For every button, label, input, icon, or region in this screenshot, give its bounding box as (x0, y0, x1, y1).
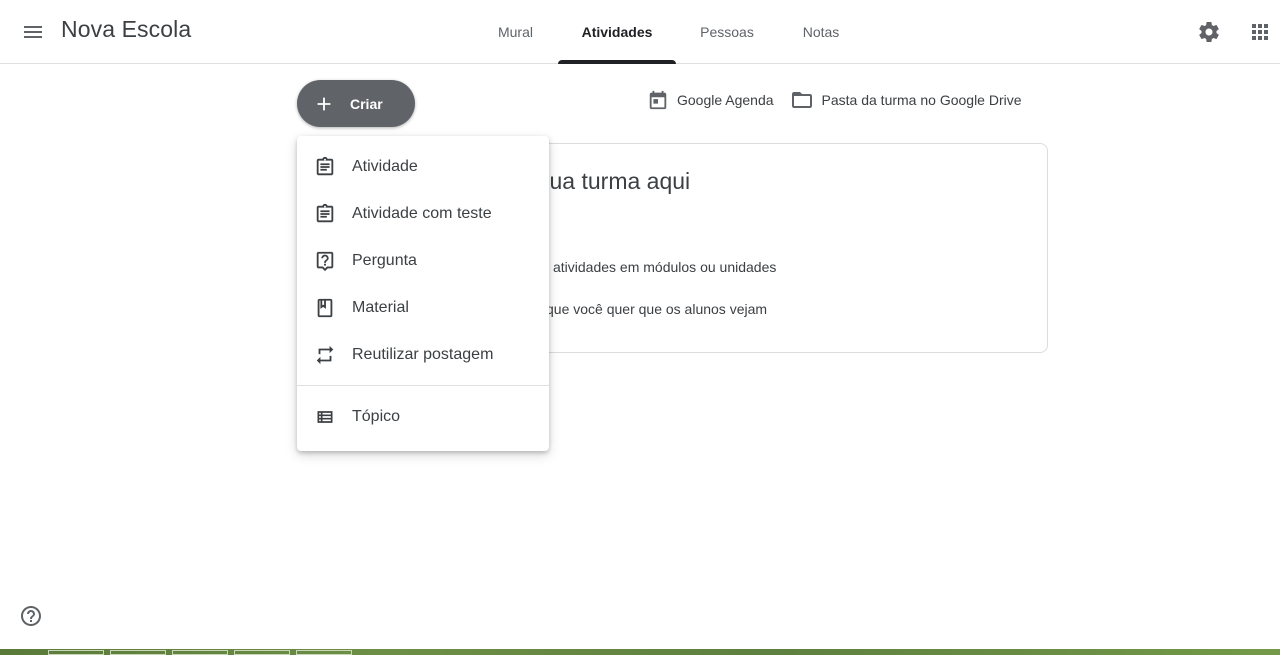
assignment-icon (313, 155, 337, 179)
hamburger-menu-icon (24, 26, 42, 38)
class-drive-folder-label: Pasta da turma no Google Drive (821, 92, 1022, 108)
card-title: sua turma aqui (538, 168, 691, 194)
tab-pessoas[interactable]: Pessoas (676, 0, 778, 64)
question-icon (313, 249, 337, 273)
calendar-icon (649, 90, 667, 110)
top-bar: Nova Escola Mural Atividades Pessoas Not… (0, 0, 1280, 64)
quiz-assignment-icon (313, 202, 337, 226)
menu-item-label: Reutilizar postagem (352, 345, 494, 363)
menu-item-label: Tópico (352, 407, 401, 425)
menu-item-quiz-assignment[interactable]: Atividade com teste (297, 190, 549, 237)
thumbnail (48, 650, 104, 655)
menu-item-topic[interactable]: Tópico (297, 393, 549, 440)
card-line-order: que você quer que os alunos vejam (546, 301, 768, 317)
topic-list-icon (313, 405, 337, 429)
menu-item-reuse-post[interactable]: Reutilizar postagem (297, 331, 549, 378)
plus-icon (313, 93, 335, 115)
class-title[interactable]: Nova Escola (61, 16, 191, 43)
help-icon (21, 606, 41, 626)
class-links: Google Agenda Pasta da turma no Google D… (647, 88, 1038, 112)
google-calendar-label: Google Agenda (677, 92, 774, 108)
google-calendar-link[interactable]: Google Agenda (647, 89, 774, 111)
bottom-thumbnails (48, 650, 358, 655)
menu-item-label: Pergunta (352, 251, 417, 269)
class-drive-folder-link[interactable]: Pasta da turma no Google Drive (790, 88, 1022, 112)
tab-notas[interactable]: Notas (778, 0, 864, 64)
settings-button[interactable] (1188, 11, 1230, 53)
help-button[interactable] (18, 603, 44, 629)
thumbnail (234, 650, 290, 655)
menu-item-label: Atividade (352, 157, 418, 175)
create-button-label: Criar (350, 95, 383, 112)
thumbnail (172, 650, 228, 655)
apps-button[interactable] (1239, 11, 1280, 53)
menu-item-label: Material (352, 298, 409, 316)
card-line-topics: atividades em módulos ou unidades (553, 259, 777, 275)
create-button[interactable]: Criar (297, 80, 415, 127)
tab-atividades[interactable]: Atividades (558, 0, 676, 64)
repeat-icon (313, 343, 337, 367)
tab-mural[interactable]: Mural (473, 0, 558, 64)
main-menu-button[interactable] (12, 11, 54, 53)
menu-item-material[interactable]: Material (297, 284, 549, 331)
menu-item-assignment[interactable]: Atividade (297, 143, 549, 190)
class-tabs: Mural Atividades Pessoas Notas (473, 0, 864, 64)
gear-icon (1199, 21, 1219, 42)
book-icon (313, 296, 337, 320)
create-menu: Atividade Atividade com teste Pergunta M… (297, 136, 549, 451)
thumbnail (110, 650, 166, 655)
folder-icon (791, 92, 812, 108)
menu-item-question[interactable]: Pergunta (297, 237, 549, 284)
menu-divider (297, 385, 549, 386)
apps-grid-icon (1252, 24, 1268, 40)
thumbnail (296, 650, 352, 655)
menu-item-label: Atividade com teste (352, 204, 492, 222)
